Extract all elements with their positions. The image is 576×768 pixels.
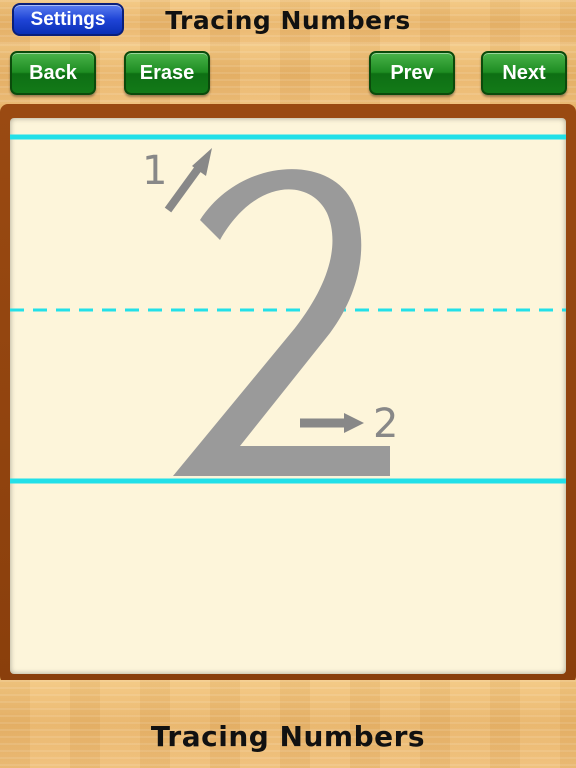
stroke-two-arrowhead: [344, 413, 364, 433]
app-title: Tracing Numbers: [165, 6, 411, 35]
stroke-one-arrow: [164, 163, 204, 213]
stroke-one-number: 1: [142, 148, 167, 194]
digit-two-glyph: [173, 169, 390, 476]
footer-title: Tracing Numbers: [150, 720, 426, 753]
top-bar: Settings Tracing Numbers: [0, 0, 576, 44]
back-button[interactable]: Back: [10, 51, 96, 95]
toolbar: Back Erase Prev Next: [0, 44, 576, 104]
erase-button[interactable]: Erase: [124, 51, 210, 95]
next-button[interactable]: Next: [481, 51, 567, 95]
tracing-guides: 1 2: [10, 134, 566, 484]
bottom-bar: Tracing Numbers: [0, 680, 576, 768]
stroke-two-number: 2: [373, 401, 398, 447]
prev-button[interactable]: Prev: [369, 51, 455, 95]
tracing-canvas[interactable]: 1 2: [10, 118, 566, 674]
